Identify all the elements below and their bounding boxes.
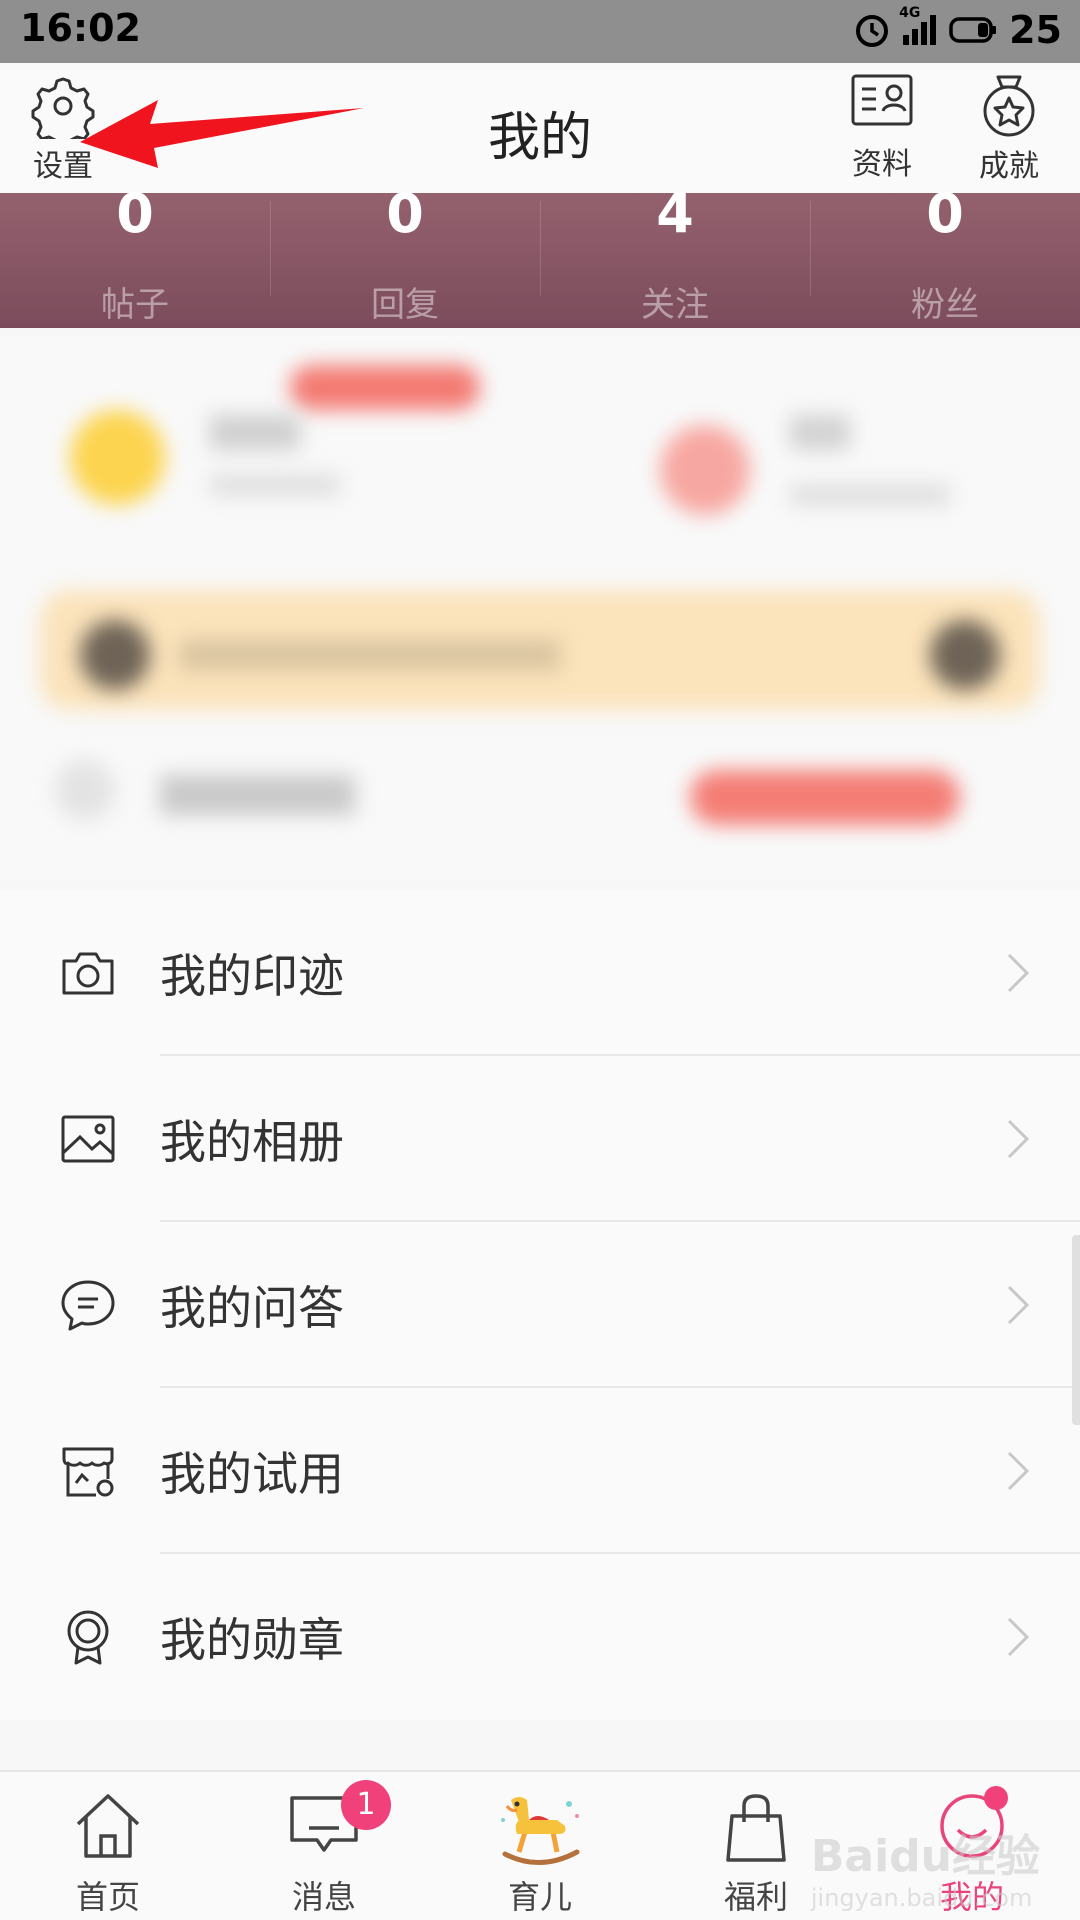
tab-label: 育儿 xyxy=(507,1878,572,1916)
chat-bubble-icon xyxy=(61,1280,115,1331)
tab-messages[interactable]: 1 消息 xyxy=(216,1772,432,1920)
shop-icon xyxy=(62,1447,114,1497)
menu-item-label: 我的勋章 xyxy=(160,1613,344,1667)
menu-item-trial[interactable]: 我的试用 xyxy=(0,1388,1080,1554)
chevron-right-icon xyxy=(1007,953,1030,993)
notification-dot xyxy=(984,1786,1008,1810)
medal-star-icon xyxy=(983,75,1035,137)
stat-value: 0 xyxy=(116,182,154,245)
battery-level: 25 xyxy=(1009,8,1062,52)
achievement-label: 成就 xyxy=(979,149,1039,184)
camera-icon xyxy=(62,952,114,995)
shopping-bag-icon xyxy=(726,1794,786,1862)
menu-item-label: 我的相册 xyxy=(160,1115,344,1169)
stat-fans[interactable]: 0 粉丝 xyxy=(810,187,1080,328)
stat-value: 0 xyxy=(926,182,964,245)
rocking-horse-icon xyxy=(501,1797,580,1865)
tab-label: 消息 xyxy=(291,1878,356,1916)
message-count-badge: 1 xyxy=(341,1780,391,1830)
watermark: Baidu经验 jingyan.baidu.com xyxy=(811,1820,1040,1912)
watermark-brand: Baidu经验 xyxy=(810,1831,1040,1882)
tab-label: 首页 xyxy=(75,1878,140,1916)
status-bar: 16:02 4G 25 xyxy=(0,0,1080,63)
stat-label: 回复 xyxy=(371,285,439,325)
stat-value: 4 xyxy=(656,182,694,245)
image-icon xyxy=(61,1115,115,1163)
tab-parenting[interactable]: 育儿 xyxy=(432,1772,648,1920)
menu-item-label: 我的问答 xyxy=(160,1281,344,1335)
stats-bar: 0 帖子 0 回复 4 关注 0 粉丝 xyxy=(0,187,1080,328)
menu-item-label: 我的印迹 xyxy=(160,949,344,1003)
blurred-text xyxy=(210,475,340,495)
blurred-banner-icon xyxy=(80,620,150,690)
network-type: 4G xyxy=(899,5,921,21)
tab-home[interactable]: 首页 xyxy=(0,1772,216,1920)
chevron-right-icon xyxy=(1007,1617,1030,1657)
stat-following[interactable]: 4 关注 xyxy=(540,187,810,328)
scroll-indicator[interactable] xyxy=(1072,1235,1080,1425)
stat-posts[interactable]: 0 帖子 xyxy=(0,187,270,328)
menu-item-label: 我的试用 xyxy=(160,1447,344,1501)
blurred-avatar xyxy=(660,425,750,515)
alarm-icon xyxy=(856,15,889,47)
menu-item-medals[interactable]: 我的勋章 xyxy=(0,1554,1080,1720)
profile-info-button[interactable]: 资料 xyxy=(850,73,914,183)
blurred-text xyxy=(790,485,950,505)
watermark-url: jingyan.baidu.com xyxy=(810,1884,1033,1912)
stat-label: 帖子 xyxy=(101,285,169,325)
home-icon xyxy=(76,1794,140,1858)
blurred-text xyxy=(160,775,355,815)
stat-value: 0 xyxy=(386,182,424,245)
blurred-button xyxy=(690,770,960,825)
id-card-icon xyxy=(851,74,913,126)
status-time: 16:02 xyxy=(20,6,141,50)
chevron-right-icon xyxy=(1007,1119,1030,1159)
menu-item-album[interactable]: 我的相册 xyxy=(0,1056,1080,1222)
menu-item-qa[interactable]: 我的问答 xyxy=(0,1222,1080,1388)
stat-label: 关注 xyxy=(641,285,709,325)
stat-label: 粉丝 xyxy=(911,285,979,325)
stat-replies[interactable]: 0 回复 xyxy=(270,187,540,328)
blurred-banner-icon xyxy=(930,620,1000,690)
chevron-right-icon xyxy=(1007,1451,1030,1491)
blurred-content xyxy=(0,335,1080,880)
blurred-icon xyxy=(55,760,115,820)
blurred-tag xyxy=(290,365,480,410)
blurred-text xyxy=(210,415,300,450)
achievement-button[interactable]: 成就 xyxy=(978,73,1040,185)
menu-item-footprints[interactable]: 我的印迹 xyxy=(0,890,1080,1056)
chevron-right-icon xyxy=(1007,1285,1030,1325)
battery-icon xyxy=(949,17,997,43)
blurred-banner-text xyxy=(180,640,560,670)
blurred-text xyxy=(790,415,850,450)
blurred-avatar xyxy=(70,410,165,505)
annotation-arrow xyxy=(80,100,364,168)
medal-icon xyxy=(67,1610,109,1665)
profile-info-label: 资料 xyxy=(852,147,912,182)
menu-list: 我的印迹 我的相册 我的问答 我的试用 我的勋章 xyxy=(0,890,1080,1720)
